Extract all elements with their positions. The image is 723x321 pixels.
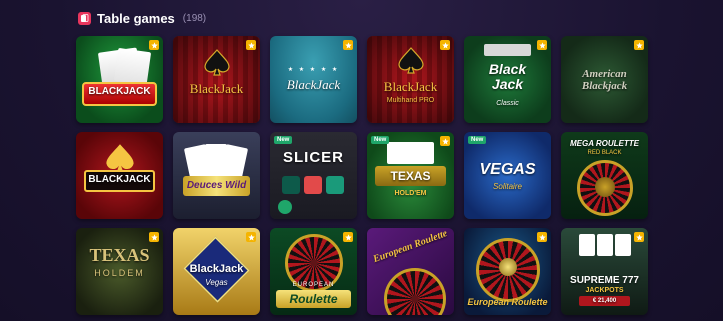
- spade-icon: [203, 49, 230, 76]
- game-subtitle: Multihand PRO: [386, 97, 435, 104]
- game-tile-blackjack-gold[interactable]: BLACKJACK: [76, 132, 163, 219]
- game-title: SLICER: [282, 149, 344, 166]
- favorite-star-icon[interactable]: [440, 136, 450, 146]
- game-tile-blackjack-classic[interactable]: Black Jack Classic: [464, 36, 551, 123]
- game-title: BLACKJACK: [88, 86, 151, 97]
- game-tile-blackjack-teal[interactable]: ★ ★ ★ ★ ★ BlackJack: [270, 36, 357, 123]
- jackpot-value: € 21,400: [592, 298, 617, 304]
- section-count: (198): [182, 12, 207, 24]
- section-title: Table games: [97, 10, 175, 26]
- game-title: SUPREME 777: [570, 275, 639, 286]
- game-subtitle: Vegas: [205, 278, 228, 287]
- game-tile-american-blackjack[interactable]: American Blackjack: [561, 36, 648, 123]
- game-tile-texas-holdem[interactable]: TEXAS HOLD'EM New: [367, 132, 454, 219]
- cards-icon: [78, 11, 91, 25]
- game-title: MEGA ROULETTE: [569, 139, 640, 148]
- game-title: Black Jack: [488, 61, 527, 92]
- game-tile-vegas-solitaire[interactable]: VEGAS Solitaire New: [464, 132, 551, 219]
- game-title: BlackJack: [383, 79, 438, 94]
- game-title: Deuces Wild: [186, 180, 247, 191]
- roulette-hub: [594, 177, 615, 197]
- game-title: Roulette: [289, 292, 338, 306]
- game-title: VEGAS: [479, 161, 536, 178]
- spade-icon: [397, 47, 424, 74]
- game-title: American Blackjack: [581, 68, 628, 93]
- game-tile-mega-roulette[interactable]: MEGA ROULETTE RED BLACK: [561, 132, 648, 219]
- game-tile-european-roulette-purple[interactable]: European Roulette: [367, 228, 454, 315]
- roulette-hub: [498, 258, 517, 276]
- game-title: TEXAS: [89, 245, 150, 265]
- game-title: BlackJack: [189, 263, 244, 275]
- game-tile-european-roulette-green[interactable]: EUROPEAN Roulette: [270, 228, 357, 315]
- favorite-star-icon[interactable]: [149, 40, 159, 50]
- game-subtitle: Solitaire: [493, 182, 522, 191]
- game-subtitle: HOLDEM: [94, 268, 145, 278]
- decor-stars: ★ ★ ★ ★ ★: [287, 67, 340, 73]
- favorite-star-icon[interactable]: [537, 232, 547, 242]
- new-badge: New: [468, 136, 487, 144]
- favorite-star-icon[interactable]: [440, 40, 450, 50]
- favorite-star-icon[interactable]: [634, 40, 644, 50]
- favorite-star-icon[interactable]: [634, 232, 644, 242]
- game-subtitle: EUROPEAN: [292, 282, 335, 288]
- favorite-star-icon[interactable]: [149, 232, 159, 242]
- game-title: BLACKJACK: [88, 174, 151, 185]
- section-header: Table games (198): [78, 9, 206, 27]
- favorite-star-icon[interactable]: [246, 40, 256, 50]
- game-subtitle: Classic: [496, 100, 519, 107]
- games-grid: BLACKJACK BlackJack ★ ★ ★ ★ ★ BlackJack …: [76, 36, 648, 315]
- favorite-star-icon[interactable]: [343, 232, 353, 242]
- new-badge: New: [274, 136, 293, 144]
- game-tile-blackjack-red[interactable]: BlackJack: [173, 36, 260, 123]
- game-subtitle: JACKPOTS: [585, 287, 624, 294]
- game-tile-supreme-777[interactable]: SUPREME 777 JACKPOTS € 21,400: [561, 228, 648, 315]
- game-title: BlackJack: [286, 77, 341, 92]
- game-tile-deuces-wild[interactable]: Deuces Wild: [173, 132, 260, 219]
- game-tile-blackjack[interactable]: BLACKJACK: [76, 36, 163, 123]
- favorite-star-icon[interactable]: [537, 40, 547, 50]
- game-tile-slicer[interactable]: SLICER New: [270, 132, 357, 219]
- game-subtitle: HOLD'EM: [394, 190, 427, 197]
- game-title: TEXAS: [390, 169, 431, 183]
- game-subtitle: RED BLACK: [587, 150, 622, 156]
- game-tile-texas-holdem-gold[interactable]: TEXAS HOLDEM: [76, 228, 163, 315]
- game-title: European Roulette: [467, 297, 548, 307]
- favorite-star-icon[interactable]: [343, 40, 353, 50]
- new-badge: New: [371, 136, 390, 144]
- game-tile-blackjack-vegas[interactable]: BlackJack Vegas: [173, 228, 260, 315]
- favorite-star-icon[interactable]: [246, 232, 256, 242]
- game-title: BlackJack: [189, 81, 244, 96]
- game-tile-blackjack-multihand[interactable]: BlackJack Multihand PRO: [367, 36, 454, 123]
- game-tile-european-roulette-classic[interactable]: European Roulette: [464, 228, 551, 315]
